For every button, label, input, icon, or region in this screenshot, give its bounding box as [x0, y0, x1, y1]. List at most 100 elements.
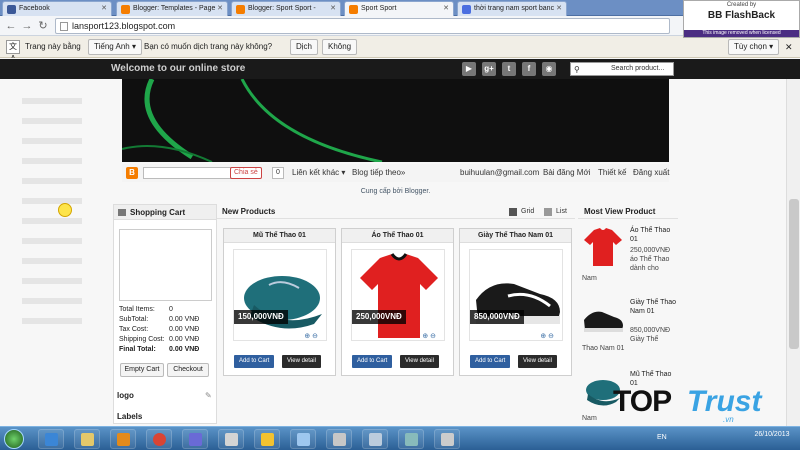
- url-input[interactable]: lansport123.blogspot.com: [55, 18, 670, 34]
- close-icon[interactable]: ✕: [217, 2, 223, 15]
- no-translate-button[interactable]: Không: [322, 39, 358, 55]
- translate-button[interactable]: Dịch: [290, 39, 319, 55]
- product-image-cap[interactable]: 150,000VNĐ ⊕ ⊖: [233, 249, 327, 341]
- chrome-taskbar-icon[interactable]: [146, 429, 172, 449]
- grid-icon: [509, 208, 517, 216]
- youtube-icon[interactable]: ▶: [462, 62, 476, 76]
- cart-title: Shopping Cart: [130, 208, 186, 217]
- ie-taskbar-icon[interactable]: [38, 429, 64, 449]
- windows-taskbar: EN 26/10/2013: [0, 426, 800, 450]
- close-icon[interactable]: ✕: [330, 2, 336, 15]
- clock-date: 26/10/2013: [754, 431, 790, 438]
- page-scrollbar[interactable]: [786, 79, 800, 426]
- product-search-input[interactable]: ⚲ Search product...: [570, 62, 674, 76]
- paint-taskbar-icon[interactable]: [254, 429, 280, 449]
- shirt-thumbnail[interactable]: [582, 226, 624, 268]
- add-to-cart-button[interactable]: Add to Cart: [352, 355, 393, 368]
- empty-cart-button[interactable]: Empty Cart: [120, 363, 164, 377]
- close-icon[interactable]: ✕: [556, 2, 562, 15]
- toptrust-watermark-logo: TOP Trust .vn: [613, 385, 788, 424]
- more-links-menu[interactable]: Liên kết khác ▾: [292, 164, 345, 182]
- cart-value: 0.00 VNĐ: [169, 336, 200, 343]
- close-icon[interactable]: ✕: [785, 36, 793, 58]
- start-button[interactable]: [4, 429, 24, 449]
- blogger-icon: [349, 5, 358, 14]
- translate-icon: 文A: [6, 40, 20, 63]
- app-taskbar-icon[interactable]: [398, 429, 424, 449]
- product-image-shoe[interactable]: 850,000VNĐ ⊕ ⊖: [469, 249, 563, 341]
- cart-label: Tax Cost:: [119, 326, 149, 333]
- most-view-name[interactable]: Giày Thể Thao Nam 01: [630, 298, 678, 316]
- product-price: 250,000VNĐ: [352, 310, 406, 324]
- grid-view-button[interactable]: Grid: [507, 206, 534, 218]
- view-detail-button[interactable]: View detail: [400, 355, 439, 368]
- product-card: Giày Thể Thao Nam 01 850,000VNĐ ⊕ ⊖ Add …: [459, 228, 572, 376]
- notepad-taskbar-icon[interactable]: [290, 429, 316, 449]
- app-taskbar-icon[interactable]: [218, 429, 244, 449]
- edit-icon[interactable]: ✎: [205, 391, 212, 400]
- most-view-price: 250,000VNĐ áo Thể Thao dành cho: [630, 247, 671, 272]
- google-plus-icon[interactable]: g+: [482, 62, 496, 76]
- translate-label: Trang này bằng: [25, 42, 81, 51]
- tab-facebook[interactable]: Facebook ✕: [2, 1, 112, 16]
- view-detail-button[interactable]: View detail: [282, 355, 321, 368]
- list-view-button[interactable]: List: [542, 206, 567, 218]
- add-to-cart-button[interactable]: Add to Cart: [234, 355, 275, 368]
- shoe-thumbnail[interactable]: [582, 298, 624, 340]
- checkout-button[interactable]: Checkout: [167, 363, 209, 377]
- tab-blogger-sport[interactable]: Blogger: Sport Sport - ✕: [231, 1, 341, 16]
- close-icon[interactable]: ✕: [101, 2, 107, 15]
- tab-blogger-templates[interactable]: Blogger: Templates - Page ✕: [116, 1, 228, 16]
- tab-thoi-trang[interactable]: thời trang nam sport banc ✕: [457, 1, 567, 16]
- cart-value: 0.00 VNĐ: [169, 316, 200, 323]
- zoom-icon[interactable]: ⊕ ⊖: [540, 332, 554, 340]
- tab-sport-sport[interactable]: Sport Sport ✕: [344, 1, 454, 16]
- banner-artwork: [122, 79, 383, 162]
- most-view-item[interactable]: Áo Thể Thao 01 250,000VNĐ áo Thể Thao dà…: [582, 226, 678, 282]
- product-image-shirt[interactable]: 250,000VNĐ ⊕ ⊖: [351, 249, 445, 341]
- watermark-vn: .vn: [723, 415, 734, 424]
- cart-icon: [118, 209, 126, 216]
- blogger-logo-icon[interactable]: B: [126, 167, 138, 179]
- language-select[interactable]: Tiếng Anh ▾: [88, 39, 142, 55]
- product-title[interactable]: Giày Thể Thao Nam 01: [460, 229, 571, 243]
- logout-link[interactable]: Đăng xuất: [633, 164, 669, 182]
- language-indicator[interactable]: EN: [657, 434, 667, 441]
- facebook-icon[interactable]: f: [522, 62, 536, 76]
- next-blog-link[interactable]: Blog tiếp theo»: [352, 164, 405, 182]
- explorer-taskbar-icon[interactable]: [74, 429, 100, 449]
- scrollbar-thumb[interactable]: [789, 199, 799, 349]
- most-view-name[interactable]: Áo Thể Thao 01: [630, 226, 678, 244]
- system-clock[interactable]: 26/10/2013: [747, 430, 797, 439]
- new-products-title: New Products: [222, 207, 276, 216]
- list-icon: [544, 208, 552, 216]
- close-icon[interactable]: ✕: [443, 2, 449, 15]
- view-detail-button[interactable]: View detail: [518, 355, 557, 368]
- new-post-link[interactable]: Bài đăng Mới: [543, 164, 591, 182]
- most-view-item[interactable]: Giày Thể Thao Nam 01 850,000VNĐ Giày Thể…: [582, 298, 678, 354]
- new-products-header: New Products Grid List: [217, 204, 575, 219]
- options-button[interactable]: Tùy chọn ▾: [728, 39, 780, 55]
- media-taskbar-icon[interactable]: [110, 429, 136, 449]
- web-page: Welcome to our online store ▶ g+ t f ◉ ⚲…: [0, 58, 800, 426]
- powered-by-text[interactable]: Cung cấp bởi Blogger.: [122, 188, 669, 195]
- app-taskbar-icon[interactable]: [362, 429, 388, 449]
- store-top-bar: Welcome to our online store ▶ g+ t f ◉ ⚲…: [0, 59, 800, 79]
- product-price: 850,000VNĐ: [470, 310, 524, 324]
- design-link[interactable]: Thiết kế: [598, 164, 626, 182]
- zoom-icon[interactable]: ⊕ ⊖: [422, 332, 436, 340]
- zoom-icon[interactable]: ⊕ ⊖: [304, 332, 318, 340]
- forward-icon[interactable]: →: [20, 19, 34, 33]
- reload-icon[interactable]: ↻: [36, 19, 50, 33]
- share-button[interactable]: Chia sẻ: [230, 167, 262, 179]
- twitter-icon[interactable]: t: [502, 62, 516, 76]
- back-icon[interactable]: ←: [4, 19, 18, 33]
- rss-icon[interactable]: ◉: [542, 62, 556, 76]
- add-to-cart-button[interactable]: Add to Cart: [470, 355, 511, 368]
- product-price: 150,000VNĐ: [234, 310, 288, 324]
- product-title[interactable]: Mũ Thể Thao 01: [224, 229, 335, 243]
- app-taskbar-icon[interactable]: [326, 429, 352, 449]
- product-title[interactable]: Áo Thể Thao 01: [342, 229, 453, 243]
- app-taskbar-icon[interactable]: [434, 429, 460, 449]
- app-taskbar-icon[interactable]: [182, 429, 208, 449]
